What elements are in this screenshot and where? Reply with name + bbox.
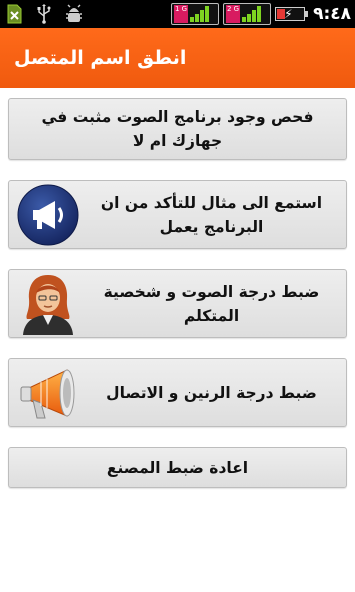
play-sample-button[interactable]: استمع الى مثال للتأكد من ان البرنامج يعم… (8, 180, 347, 249)
button-label: اعادة ضبط المصنع (106, 458, 249, 477)
voice-settings-button[interactable]: ضبط درجة الصوت و شخصية المتكلم (8, 269, 347, 338)
woman-avatar-icon (23, 274, 73, 335)
sim1-signal: 1 G (171, 3, 220, 25)
clock: ٩:٤٨ (313, 4, 351, 24)
megaphone-circle-icon (17, 184, 79, 245)
signal-bars-icon (242, 6, 262, 22)
sim2-tag: 2 G (226, 5, 241, 23)
sd-card-error-icon (4, 4, 24, 24)
button-label: ضبط درجة الرنين و الاتصال (106, 383, 317, 402)
button-label: فحص وجود برنامج الصوت مثبت في جهازك ام ل… (41, 108, 314, 150)
check-tts-installed-button[interactable]: فحص وجود برنامج الصوت مثبت في جهازك ام ل… (8, 98, 347, 160)
app-title-bar: انطق اسم المتصل (0, 28, 355, 88)
ring-call-settings-button[interactable]: ضبط درجة الرنين و الاتصال (8, 358, 347, 427)
page-title: انطق اسم المتصل (14, 47, 187, 69)
status-bar: 1 G 2 G ⚡ ٩:٤٨ (0, 0, 355, 28)
usb-icon (34, 4, 54, 24)
button-label: ضبط درجة الصوت و شخصية المتكلم (103, 282, 320, 325)
orange-megaphone-icon (20, 368, 75, 418)
battery-charging-icon: ⚡ (275, 7, 309, 21)
signal-bars-icon (190, 6, 210, 22)
button-label: استمع الى مثال للتأكد من ان البرنامج يعم… (100, 193, 323, 236)
android-debug-icon (64, 4, 84, 24)
sim1-tag: 1 G (174, 5, 189, 23)
sim2-signal: 2 G (223, 3, 272, 25)
factory-reset-button[interactable]: اعادة ضبط المصنع (8, 447, 347, 488)
